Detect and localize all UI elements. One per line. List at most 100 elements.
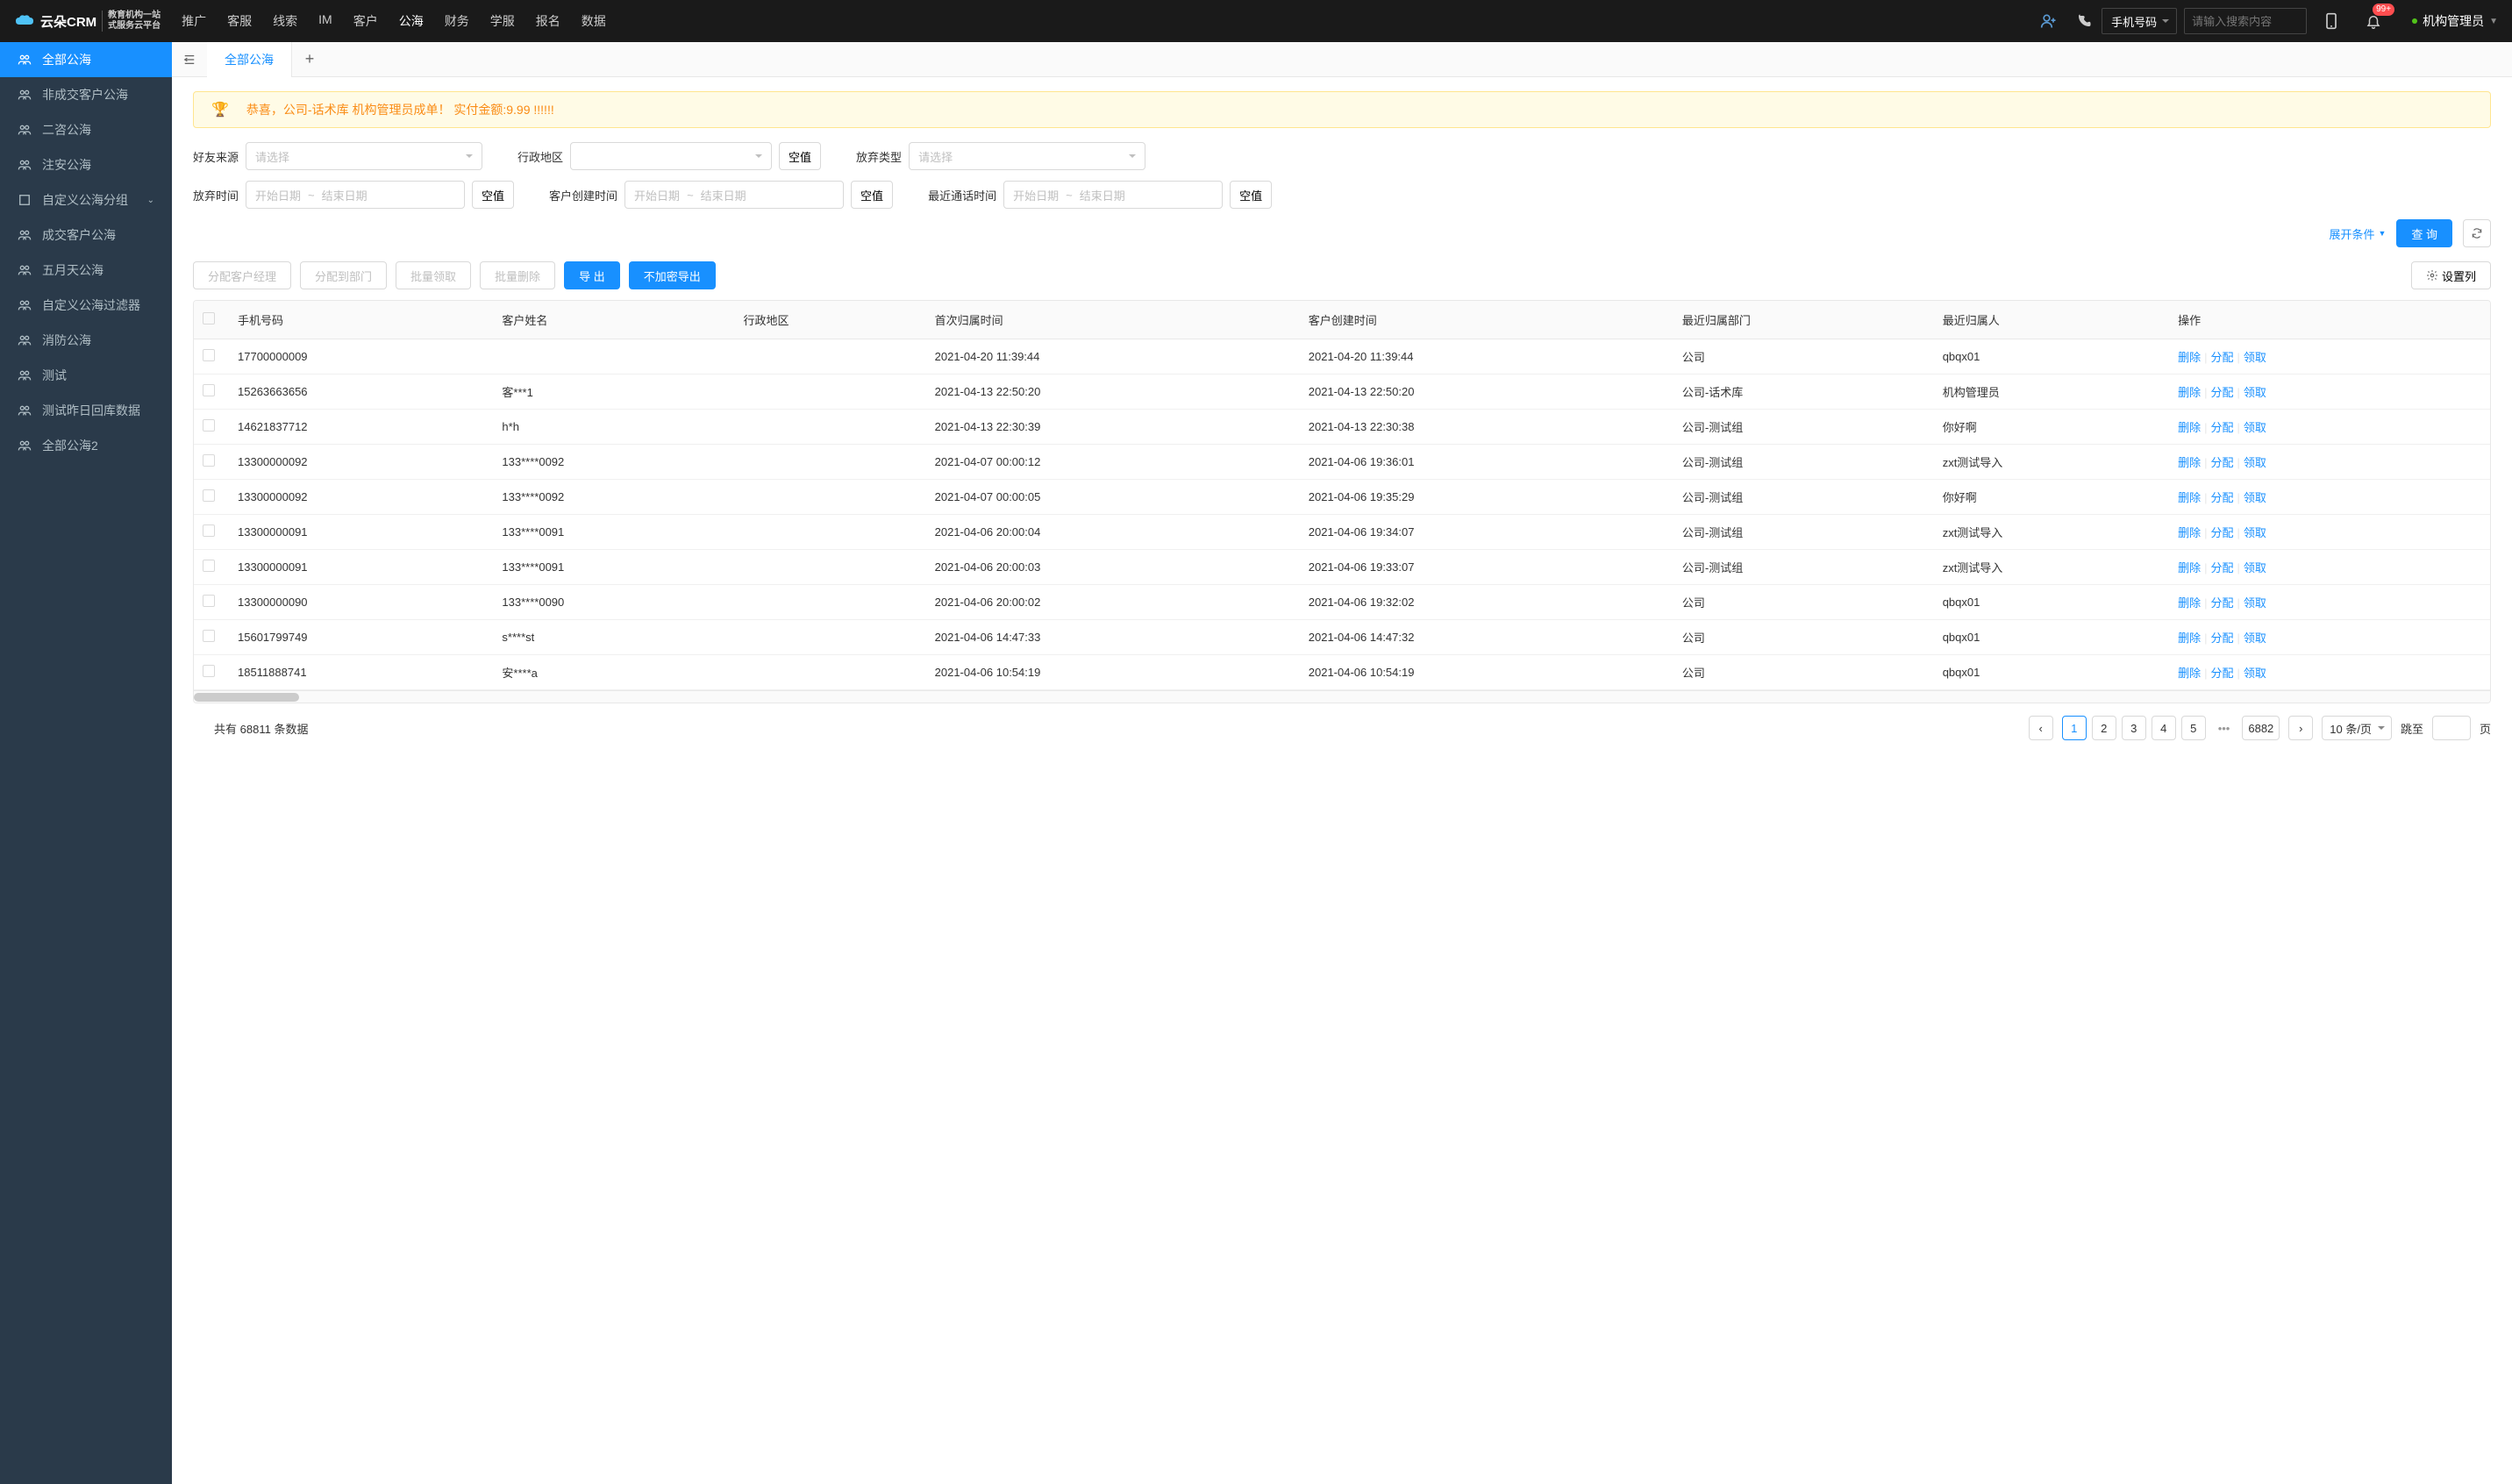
nav-item-公海[interactable]: 公海 xyxy=(399,9,424,33)
row-checkbox[interactable] xyxy=(203,454,215,467)
assign-dept-button[interactable]: 分配到部门 xyxy=(300,261,387,289)
select-all-checkbox[interactable] xyxy=(203,312,215,325)
op-assign[interactable]: 分配 xyxy=(2210,561,2233,574)
op-delete[interactable]: 删除 xyxy=(2178,421,2201,434)
op-delete[interactable]: 删除 xyxy=(2178,491,2201,504)
sidebar-item-8[interactable]: 消防公海 xyxy=(0,323,172,358)
op-delete[interactable]: 删除 xyxy=(2178,596,2201,610)
page-size-select[interactable]: 10 条/页 xyxy=(2322,716,2392,740)
phone-icon[interactable] xyxy=(2070,7,2098,35)
op-claim[interactable]: 领取 xyxy=(2244,596,2266,610)
nav-item-学服[interactable]: 学服 xyxy=(490,9,515,33)
op-assign[interactable]: 分配 xyxy=(2210,491,2233,504)
op-delete[interactable]: 删除 xyxy=(2178,631,2201,645)
logo[interactable]: 云朵CRM 教育机构一站式服务云平台 xyxy=(14,11,161,32)
op-assign[interactable]: 分配 xyxy=(2210,351,2233,364)
sidebar-item-0[interactable]: 全部公海 xyxy=(0,42,172,77)
create-time-null-button[interactable]: 空值 xyxy=(851,181,893,209)
op-delete[interactable]: 删除 xyxy=(2178,386,2201,399)
op-delete[interactable]: 删除 xyxy=(2178,667,2201,680)
row-checkbox[interactable] xyxy=(203,419,215,432)
op-claim[interactable]: 领取 xyxy=(2244,421,2266,434)
row-checkbox[interactable] xyxy=(203,630,215,642)
row-checkbox[interactable] xyxy=(203,665,215,677)
abandon-time-null-button[interactable]: 空值 xyxy=(472,181,514,209)
op-delete[interactable]: 删除 xyxy=(2178,456,2201,469)
op-claim[interactable]: 领取 xyxy=(2244,526,2266,539)
export-plain-button[interactable]: 不加密导出 xyxy=(629,261,716,289)
sidebar-item-7[interactable]: 自定义公海过滤器 xyxy=(0,288,172,323)
op-assign[interactable]: 分配 xyxy=(2210,667,2233,680)
op-assign[interactable]: 分配 xyxy=(2210,526,2233,539)
row-checkbox[interactable] xyxy=(203,524,215,537)
row-checkbox[interactable] xyxy=(203,349,215,361)
op-delete[interactable]: 删除 xyxy=(2178,351,2201,364)
nav-item-报名[interactable]: 报名 xyxy=(536,9,560,33)
user-menu[interactable]: 机构管理员 ▼ xyxy=(2412,12,2498,30)
last-call-range[interactable]: 开始日期~结束日期 xyxy=(1003,181,1223,209)
sidebar-item-9[interactable]: 测试 xyxy=(0,358,172,393)
sidebar-item-2[interactable]: 二咨公海 xyxy=(0,112,172,147)
table-row[interactable]: 14621837712h*h2021-04-13 22:30:392021-04… xyxy=(194,410,2490,445)
expand-filters-link[interactable]: 展开条件 ▼ xyxy=(2329,225,2386,242)
nav-item-IM[interactable]: IM xyxy=(318,9,332,33)
table-row[interactable]: 15263663656客***12021-04-13 22:50:202021-… xyxy=(194,375,2490,410)
nav-item-客服[interactable]: 客服 xyxy=(227,9,252,33)
assign-manager-button[interactable]: 分配客户经理 xyxy=(193,261,291,289)
op-assign[interactable]: 分配 xyxy=(2210,596,2233,610)
table-row[interactable]: 13300000091133****00912021-04-06 20:00:0… xyxy=(194,515,2490,550)
bell-icon[interactable]: 99+ xyxy=(2359,7,2387,35)
sidebar-item-4[interactable]: 自定义公海分组⌄ xyxy=(0,182,172,218)
page-1[interactable]: 1 xyxy=(2062,716,2087,740)
filter-source-select[interactable]: 请选择 xyxy=(246,142,482,170)
table-row[interactable]: 18511888741安****a2021-04-06 10:54:192021… xyxy=(194,655,2490,690)
page-jump-input[interactable] xyxy=(2432,716,2471,740)
sidebar-item-1[interactable]: 非成交客户公海 xyxy=(0,77,172,112)
table-row[interactable]: 13300000092133****00922021-04-07 00:00:1… xyxy=(194,445,2490,480)
batch-claim-button[interactable]: 批量领取 xyxy=(396,261,471,289)
op-delete[interactable]: 删除 xyxy=(2178,561,2201,574)
page-last[interactable]: 6882 xyxy=(2242,716,2280,740)
tab-all-public[interactable]: 全部公海 xyxy=(207,42,292,77)
scrollbar-thumb[interactable] xyxy=(194,693,299,702)
nav-item-财务[interactable]: 财务 xyxy=(445,9,469,33)
nav-item-推广[interactable]: 推广 xyxy=(182,9,206,33)
op-claim[interactable]: 领取 xyxy=(2244,491,2266,504)
table-row[interactable]: 13300000091133****00912021-04-06 20:00:0… xyxy=(194,550,2490,585)
export-button[interactable]: 导 出 xyxy=(564,261,620,289)
batch-delete-button[interactable]: 批量删除 xyxy=(480,261,555,289)
page-next[interactable]: › xyxy=(2288,716,2313,740)
nav-item-数据[interactable]: 数据 xyxy=(582,9,606,33)
row-checkbox[interactable] xyxy=(203,384,215,396)
tabs-collapse-icon[interactable] xyxy=(172,42,207,77)
filter-abandon-type-select[interactable]: 请选择 xyxy=(909,142,1145,170)
op-assign[interactable]: 分配 xyxy=(2210,456,2233,469)
op-assign[interactable]: 分配 xyxy=(2210,631,2233,645)
page-2[interactable]: 2 xyxy=(2092,716,2116,740)
page-3[interactable]: 3 xyxy=(2122,716,2146,740)
op-assign[interactable]: 分配 xyxy=(2210,386,2233,399)
tab-add-button[interactable]: + xyxy=(292,50,327,68)
filter-region-select[interactable] xyxy=(570,142,772,170)
columns-button[interactable]: 设置列 xyxy=(2411,261,2491,289)
nav-item-线索[interactable]: 线索 xyxy=(273,9,297,33)
search-type-select[interactable]: 手机号码 xyxy=(2102,8,2177,34)
op-assign[interactable]: 分配 xyxy=(2210,421,2233,434)
query-button[interactable]: 查 询 xyxy=(2396,219,2452,247)
row-checkbox[interactable] xyxy=(203,595,215,607)
sidebar-item-10[interactable]: 测试昨日回库数据 xyxy=(0,393,172,428)
table-row[interactable]: 13300000092133****00922021-04-07 00:00:0… xyxy=(194,480,2490,515)
table-row[interactable]: 177000000092021-04-20 11:39:442021-04-20… xyxy=(194,339,2490,375)
row-checkbox[interactable] xyxy=(203,560,215,572)
refresh-button[interactable] xyxy=(2463,219,2491,247)
op-claim[interactable]: 领取 xyxy=(2244,561,2266,574)
horizontal-scrollbar[interactable] xyxy=(194,690,2490,703)
sidebar-item-6[interactable]: 五月天公海 xyxy=(0,253,172,288)
row-checkbox[interactable] xyxy=(203,489,215,502)
op-claim[interactable]: 领取 xyxy=(2244,667,2266,680)
table-row[interactable]: 13300000090133****00902021-04-06 20:00:0… xyxy=(194,585,2490,620)
sidebar-item-11[interactable]: 全部公海2 xyxy=(0,428,172,463)
page-prev[interactable]: ‹ xyxy=(2029,716,2053,740)
abandon-time-range[interactable]: 开始日期~结束日期 xyxy=(246,181,465,209)
sidebar-item-5[interactable]: 成交客户公海 xyxy=(0,218,172,253)
